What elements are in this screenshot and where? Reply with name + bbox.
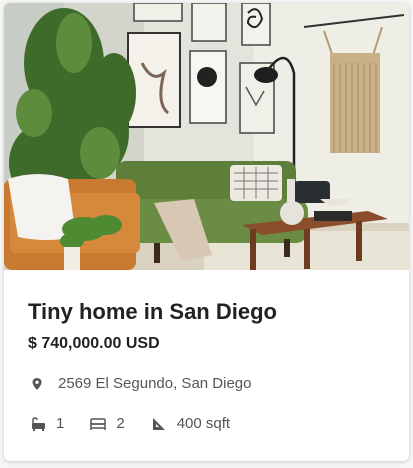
area-size: 400 sqft <box>151 415 230 432</box>
area-size-text: 400 sqft <box>176 415 231 432</box>
listing-features: 1 2 400 sqft <box>30 415 256 432</box>
listing-card[interactable]: Tiny home in San Diego $ 740,000.00 USD … <box>4 3 409 461</box>
listing-address: 2569 El Segundo, San Diego <box>30 375 251 392</box>
listing-title[interactable]: Tiny home in San Diego <box>28 299 277 325</box>
bedroom-count-text: 2 <box>116 415 125 432</box>
bathtub-icon <box>32 416 45 431</box>
bedroom-count: 2 <box>90 415 125 432</box>
bed-icon <box>90 417 107 430</box>
bathroom-count-text: 1 <box>56 415 65 432</box>
bathroom-count: 1 <box>30 415 64 432</box>
address-text: 2569 El Segundo, San Diego <box>58 375 252 392</box>
listing-price: $ 740,000.00 USD <box>28 335 160 352</box>
listing-photo <box>4 3 409 270</box>
location-pin-icon <box>32 377 42 390</box>
area-ruler-icon <box>152 417 165 430</box>
